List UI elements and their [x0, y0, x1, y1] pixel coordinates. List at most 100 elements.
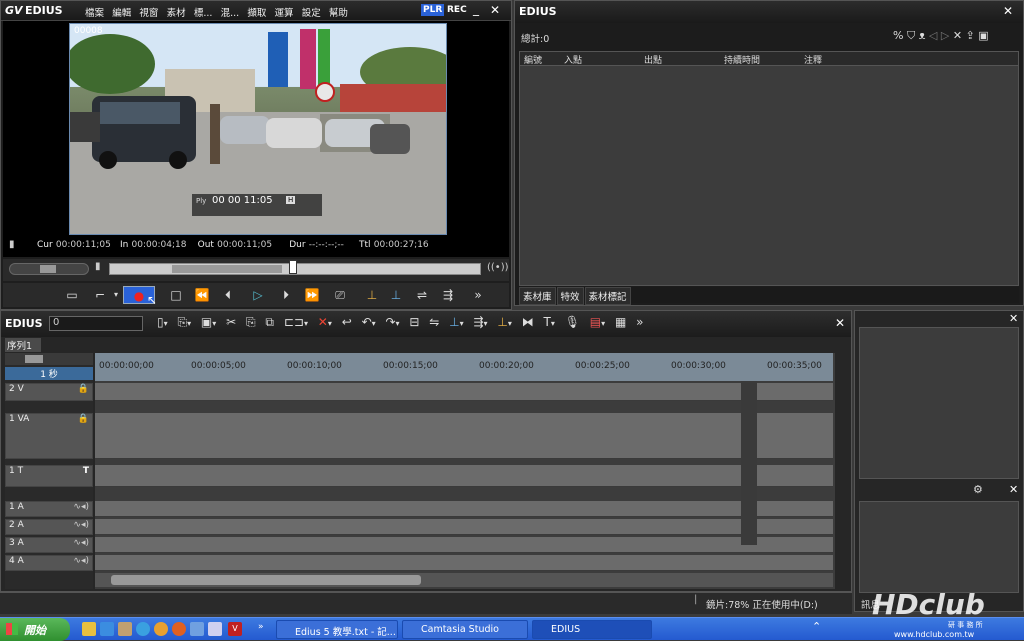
project-field[interactable]: 0: [49, 316, 143, 331]
cut-icon[interactable]: ✂: [226, 315, 236, 329]
lock-icon[interactable]: 🔒: [78, 414, 89, 424]
filter-icon[interactable]: ⛉: [907, 29, 915, 42]
track-row-1a[interactable]: [95, 501, 833, 517]
dropdown-arrow-icon[interactable]: ▾: [601, 319, 605, 328]
track-header-1va[interactable]: 1 VA 🔒: [5, 413, 93, 459]
mic-icon[interactable]: 🎙: [565, 315, 580, 329]
export-icon[interactable]: ▣: [978, 29, 988, 42]
zoom-handle[interactable]: [25, 355, 43, 363]
close-icon[interactable]: ✕: [835, 316, 845, 330]
next-icon[interactable]: ▷: [941, 29, 949, 42]
view-icon[interactable]: ▦: [615, 315, 626, 329]
render-icon[interactable]: ▤: [590, 315, 601, 329]
menu-clip[interactable]: 素材: [167, 5, 186, 19]
marker-icon[interactable]: ▮: [95, 261, 101, 272]
dropdown-arrow-icon[interactable]: ▾: [164, 319, 168, 328]
chevron-down-icon[interactable]: ⌃: [812, 620, 821, 633]
tab-sequence[interactable]: 序列1: [5, 338, 41, 352]
output-icon[interactable]: ▭: [63, 286, 81, 304]
delete-icon[interactable]: ✕: [953, 29, 962, 42]
tab-bin[interactable]: 素材庫: [519, 287, 556, 305]
lock-icon[interactable]: 🔒: [78, 384, 89, 394]
column-header[interactable]: 注釋: [804, 53, 822, 66]
track-header-2v[interactable]: 2 V 🔒: [5, 383, 93, 401]
shuttle-handle[interactable]: [40, 265, 56, 273]
step-back-icon[interactable]: ⏴: [219, 286, 237, 304]
open-icon[interactable]: ⎘: [177, 315, 187, 329]
folder-icon[interactable]: [82, 622, 96, 636]
dropdown-arrow-icon[interactable]: ▾: [484, 319, 488, 328]
title-track-icon[interactable]: T: [83, 466, 89, 476]
undo-icon[interactable]: ↶: [362, 315, 372, 329]
menu-file[interactable]: 檔案: [85, 5, 104, 19]
time-ruler[interactable]: 00:00:00;00 00:00:05;00 00:00:10;00 00:0…: [95, 353, 833, 381]
app-icon[interactable]: [118, 622, 132, 636]
close-icon[interactable]: ✕: [1009, 312, 1018, 325]
palette-icon[interactable]: ⚙: [973, 483, 983, 496]
track-row-1t[interactable]: [95, 465, 833, 487]
firefox-icon[interactable]: [172, 622, 186, 636]
chrome-icon[interactable]: [154, 622, 168, 636]
audio-waveform-icon[interactable]: ∿◂): [73, 556, 89, 566]
more-icon[interactable]: »: [636, 315, 643, 329]
start-button[interactable]: 開始: [0, 618, 70, 641]
app-icon[interactable]: [190, 622, 204, 636]
plr-toggle[interactable]: PLR: [421, 4, 445, 16]
paste-insert-icon[interactable]: ⊏⊐: [284, 315, 304, 329]
track-row-2a[interactable]: [95, 519, 833, 535]
scrollbar-thumb[interactable]: [111, 575, 421, 585]
marker-tool-icon[interactable]: ⊥: [497, 315, 507, 329]
close-icon[interactable]: ✕: [490, 3, 500, 17]
percent-icon[interactable]: %: [893, 29, 903, 42]
column-header[interactable]: 持續時間: [724, 53, 760, 66]
rewind-icon[interactable]: ⏪: [193, 286, 211, 304]
track-header-2a[interactable]: 2 A ∿◂): [5, 519, 93, 535]
scale-selector[interactable]: 1 秒: [5, 367, 93, 380]
close-icon[interactable]: ✕: [1009, 483, 1018, 496]
tab-effects[interactable]: 特效: [556, 287, 584, 305]
dropdown-arrow-icon[interactable]: ▾: [460, 319, 464, 328]
menu-view[interactable]: 視窗: [139, 5, 158, 19]
dropdown-arrow-icon[interactable]: ▾: [508, 319, 512, 328]
taskbar-button-notepad[interactable]: Edius 5 教學.txt - 記...: [276, 620, 398, 639]
shuttle-slider[interactable]: [9, 263, 89, 275]
linked-icon[interactable]: ⧓: [522, 315, 534, 329]
new-icon[interactable]: ▯: [157, 315, 164, 329]
save-icon[interactable]: ▣: [201, 315, 212, 329]
horizontal-scrollbar[interactable]: [95, 573, 833, 587]
audio-waveform-icon[interactable]: ∿◂): [73, 502, 89, 512]
stop-icon[interactable]: □: [167, 286, 185, 304]
overwrite-icon[interactable]: ⊥: [387, 286, 405, 304]
marker-icon[interactable]: ▮: [9, 239, 15, 250]
track-header-1a[interactable]: 1 A ∿◂): [5, 501, 93, 517]
menu-help[interactable]: 幫助: [329, 5, 348, 19]
column-header[interactable]: 編號: [524, 53, 542, 66]
audio-monitor-icon[interactable]: ((•)): [487, 262, 509, 273]
insert-icon[interactable]: ⊥: [363, 286, 381, 304]
cut-mode-icon[interactable]: ⇶: [439, 286, 457, 304]
tab-clip-markers[interactable]: 素材標記: [584, 287, 631, 305]
track-row-2v[interactable]: [95, 383, 833, 401]
delete-icon[interactable]: ✕: [318, 315, 328, 329]
track-row-4a[interactable]: [95, 555, 833, 571]
step-forward-icon[interactable]: ⏵: [277, 286, 295, 304]
track-row-1va[interactable]: [95, 413, 833, 459]
more-icon[interactable]: »: [469, 286, 487, 304]
track-header-1t[interactable]: 1 T T: [5, 465, 93, 487]
column-header[interactable]: 出點: [644, 53, 662, 66]
menu-edit[interactable]: 編輯: [112, 5, 131, 19]
more-icon[interactable]: »: [258, 622, 264, 632]
import-icon[interactable]: ⇪: [966, 29, 975, 42]
track-header-3a[interactable]: 3 A ∿◂): [5, 537, 93, 553]
dropdown-arrow-icon[interactable]: ▾: [372, 319, 376, 328]
insert-mode-icon[interactable]: ⊥: [449, 315, 459, 329]
dropdown-arrow-icon[interactable]: ▾: [551, 319, 555, 328]
dropdown-arrow-icon[interactable]: ▾: [396, 319, 400, 328]
playhead-handle[interactable]: [288, 260, 297, 274]
play-icon[interactable]: ▷: [249, 286, 267, 304]
desktop-icon[interactable]: [100, 622, 114, 636]
rec-toggle[interactable]: REC: [447, 5, 467, 15]
menu-settings[interactable]: 設定: [302, 5, 321, 19]
dropdown-arrow-icon[interactable]: ▾: [304, 319, 308, 328]
replace-icon[interactable]: ⇌: [413, 286, 431, 304]
